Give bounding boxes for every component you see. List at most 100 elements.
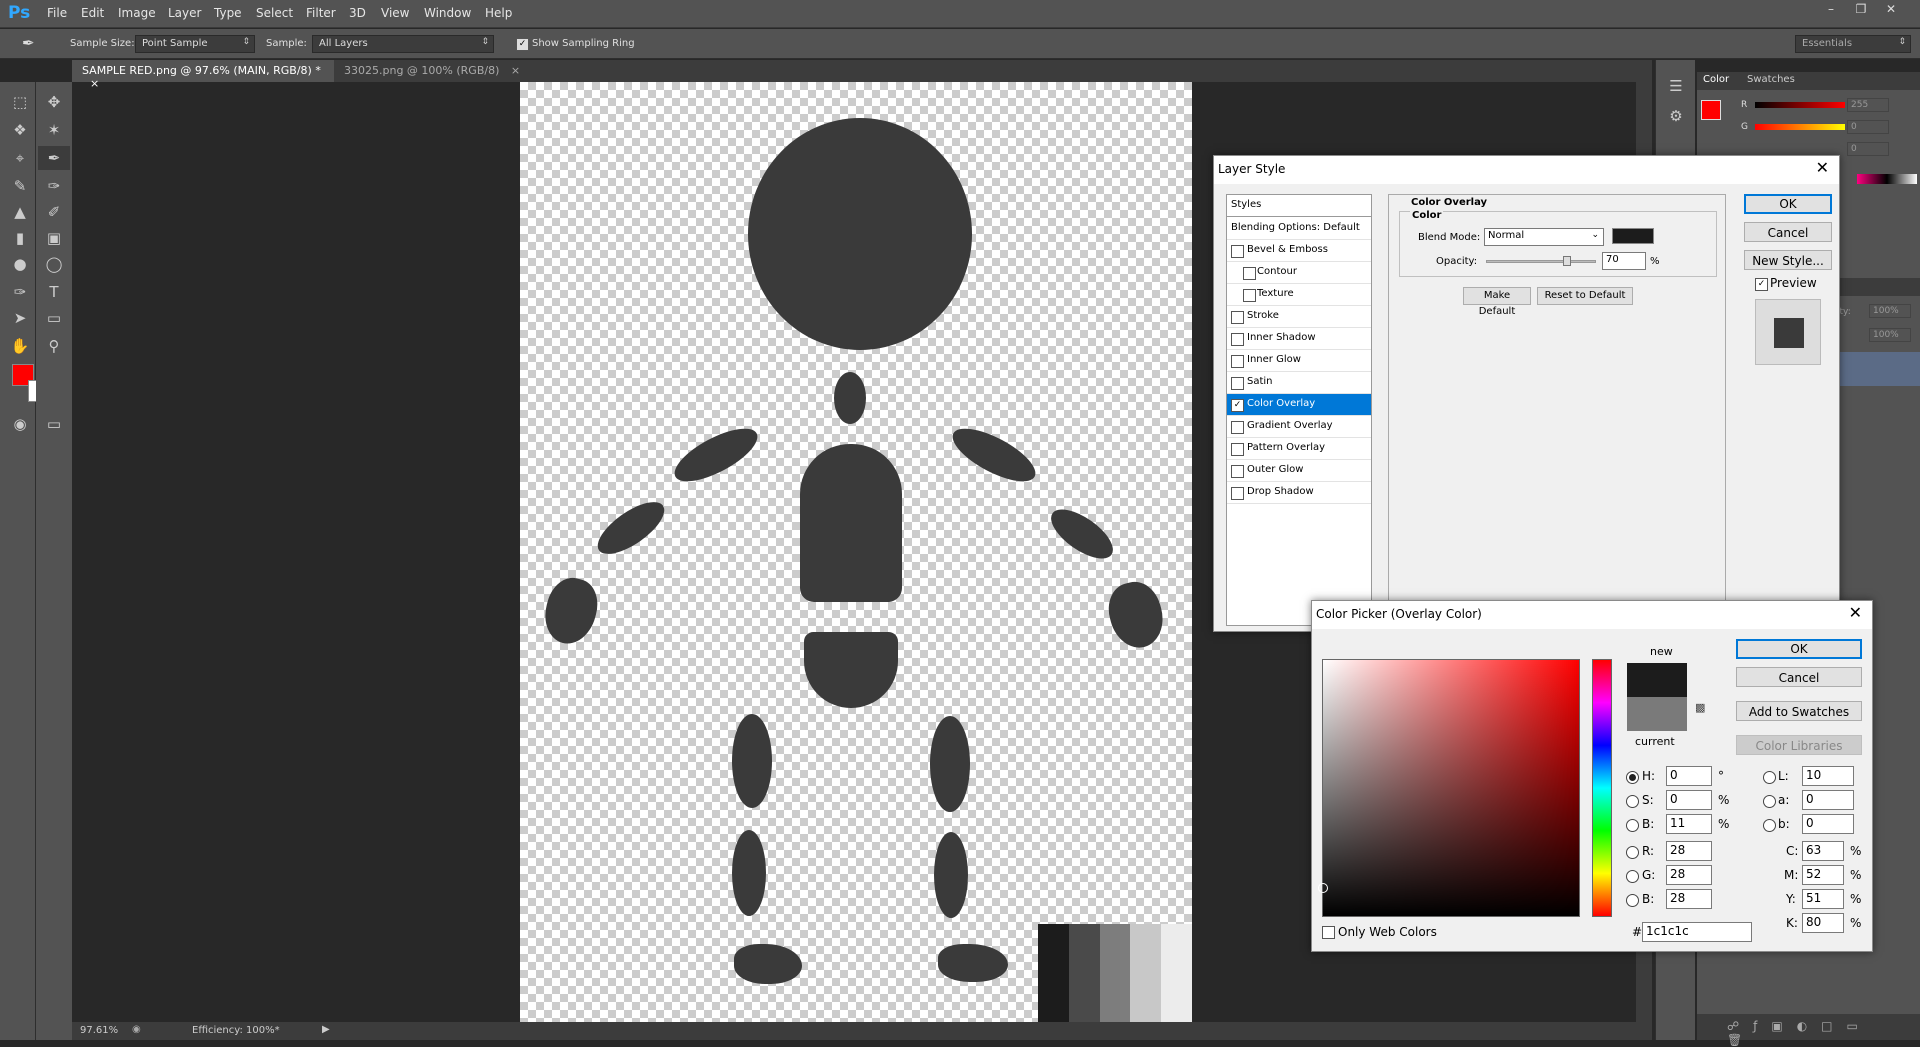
ok-button[interactable]: OK <box>1736 639 1862 659</box>
make-default-button[interactable]: Make Default <box>1463 287 1531 317</box>
sample-size-select[interactable]: Point Sample ⇕ <box>135 35 255 53</box>
preview-checkbox[interactable]: ✓ <box>1755 278 1768 291</box>
menu-filter[interactable]: Filter <box>306 6 336 20</box>
style-item-gradient-overlay[interactable]: Gradient Overlay <box>1227 416 1371 438</box>
style-checkbox[interactable] <box>1231 333 1244 346</box>
a-radio[interactable] <box>1763 795 1776 808</box>
opacity-input[interactable]: 70 <box>1602 252 1646 270</box>
style-item-bevel-emboss[interactable]: Bevel & Emboss <box>1227 240 1371 262</box>
blend-mode-select[interactable]: Normal ⌄ <box>1484 228 1604 246</box>
fill-value[interactable]: 100% <box>1869 328 1911 342</box>
g-radio[interactable] <box>1626 870 1639 883</box>
color-marker[interactable] <box>1318 883 1328 893</box>
style-item-inner-glow[interactable]: Inner Glow <box>1227 350 1371 372</box>
marquee-icon[interactable]: ⬚ <box>4 90 36 114</box>
sample-select[interactable]: All Layers ⇕ <box>312 35 494 53</box>
brush-icon[interactable]: ✑ <box>38 174 70 198</box>
eyedropper-icon[interactable]: ✒ <box>22 34 35 52</box>
minimize-icon[interactable]: – <box>1817 0 1845 18</box>
style-item-inner-shadow[interactable]: Inner Shadow <box>1227 328 1371 350</box>
style-checkbox[interactable] <box>1243 289 1256 302</box>
style-checkbox[interactable] <box>1231 377 1244 390</box>
s-input[interactable]: 0 <box>1666 790 1712 810</box>
style-item-outer-glow[interactable]: Outer Glow <box>1227 460 1371 482</box>
opacity-value[interactable]: 100% <box>1869 304 1911 318</box>
style-checkbox[interactable] <box>1231 465 1244 478</box>
c-input[interactable]: 63 <box>1802 841 1844 861</box>
style-checkbox[interactable] <box>1231 421 1244 434</box>
cancel-button[interactable]: Cancel <box>1744 222 1832 242</box>
path-select-icon[interactable]: ➤ <box>4 306 36 330</box>
rectangle-icon[interactable]: ▭ <box>38 306 70 330</box>
menu-image[interactable]: Image <box>118 6 156 20</box>
workspace-select[interactable]: Essentials ⇕ <box>1795 35 1911 53</box>
screen-mode-icon[interactable]: ▭ <box>38 412 70 436</box>
hand-icon[interactable]: ✋ <box>4 334 36 358</box>
close-icon[interactable]: ✕ <box>1877 0 1905 18</box>
new-style-button[interactable]: New Style... <box>1744 250 1832 270</box>
stamp-icon[interactable]: ▲ <box>4 200 36 224</box>
tab-sample-red[interactable]: SAMPLE RED.png @ 97.6% (MAIN, RGB/8) * × <box>72 60 334 90</box>
menu-select[interactable]: Select <box>256 6 293 20</box>
saturation-brightness-field[interactable] <box>1318 659 1580 917</box>
close-tab-icon[interactable]: × <box>511 64 520 77</box>
s-radio[interactable] <box>1626 795 1639 808</box>
menu-help[interactable]: Help <box>485 6 512 20</box>
color-libraries-button[interactable]: Color Libraries <box>1736 735 1862 755</box>
lasso-icon[interactable]: ❖ <box>4 118 36 142</box>
status-menu-icon[interactable]: ▶ <box>322 1024 330 1035</box>
menu-window[interactable]: Window <box>424 6 471 20</box>
style-item-pattern-overlay[interactable]: Pattern Overlay <box>1227 438 1371 460</box>
r-value[interactable]: 255 <box>1847 98 1889 112</box>
pen-icon[interactable]: ✑ <box>4 280 36 304</box>
reset-default-button[interactable]: Reset to Default <box>1537 287 1633 305</box>
quick-mask-icon[interactable]: ◉ <box>4 412 36 436</box>
styles-header[interactable]: Styles <box>1227 195 1371 217</box>
close-icon[interactable]: ✕ <box>1816 158 1829 177</box>
a-input[interactable]: 0 <box>1802 790 1854 810</box>
show-ring-checkbox[interactable]: ✓ <box>516 38 529 51</box>
l-radio[interactable] <box>1763 771 1776 784</box>
current-color-swatch[interactable] <box>1627 697 1687 731</box>
gradient-icon[interactable]: ▣ <box>38 226 70 250</box>
style-item-color-overlay[interactable]: ✓ Color Overlay <box>1227 394 1371 416</box>
style-checkbox[interactable] <box>1231 487 1244 500</box>
tab-33025[interactable]: 33025.png @ 100% (RGB/8) × <box>334 60 530 82</box>
menu-3d[interactable]: 3D <box>349 6 366 20</box>
brightness-input[interactable]: 11 <box>1666 814 1712 834</box>
hue-slider[interactable] <box>1592 659 1612 917</box>
style-checkbox[interactable] <box>1231 245 1244 258</box>
only-web-colors-checkbox[interactable] <box>1322 926 1335 939</box>
eraser-icon[interactable]: ▮ <box>4 226 36 250</box>
document-canvas[interactable] <box>520 82 1192 1022</box>
close-tab-icon[interactable]: × <box>90 77 99 90</box>
style-item-texture[interactable]: Texture <box>1227 284 1371 306</box>
drop-icon[interactable]: ● <box>4 252 36 276</box>
move-icon[interactable]: ✥ <box>38 90 70 114</box>
g-slider[interactable] <box>1755 124 1845 130</box>
m-input[interactable]: 52 <box>1802 865 1844 885</box>
r-input[interactable]: 28 <box>1666 841 1712 861</box>
g-input[interactable]: 28 <box>1666 865 1712 885</box>
k-input[interactable]: 80 <box>1802 913 1844 933</box>
h-input[interactable]: 0 <box>1666 766 1712 786</box>
history-panel-icon[interactable]: ☰ <box>1660 74 1692 98</box>
menu-type[interactable]: Type <box>214 6 242 20</box>
style-checkbox[interactable] <box>1231 443 1244 456</box>
close-icon[interactable]: ✕ <box>1849 603 1862 622</box>
spectrum-bar[interactable] <box>1857 174 1917 184</box>
lab-b-input[interactable]: 0 <box>1802 814 1854 834</box>
magic-wand-icon[interactable]: ✶ <box>38 118 70 142</box>
history-brush-icon[interactable]: ✐ <box>38 200 70 224</box>
style-item-contour[interactable]: Contour <box>1227 262 1371 284</box>
style-checkbox[interactable] <box>1231 355 1244 368</box>
style-checkbox[interactable] <box>1231 311 1244 324</box>
lab-b-radio[interactable] <box>1763 819 1776 832</box>
style-checkbox[interactable]: ✓ <box>1231 399 1244 412</box>
gamut-cube-icon[interactable]: ▩ <box>1695 701 1705 714</box>
hex-input[interactable]: 1c1c1c <box>1642 922 1752 942</box>
info-icon[interactable]: ◉ <box>132 1024 141 1035</box>
blue-radio[interactable] <box>1626 894 1639 907</box>
blending-options-item[interactable]: Blending Options: Default <box>1227 218 1371 240</box>
style-item-satin[interactable]: Satin <box>1227 372 1371 394</box>
